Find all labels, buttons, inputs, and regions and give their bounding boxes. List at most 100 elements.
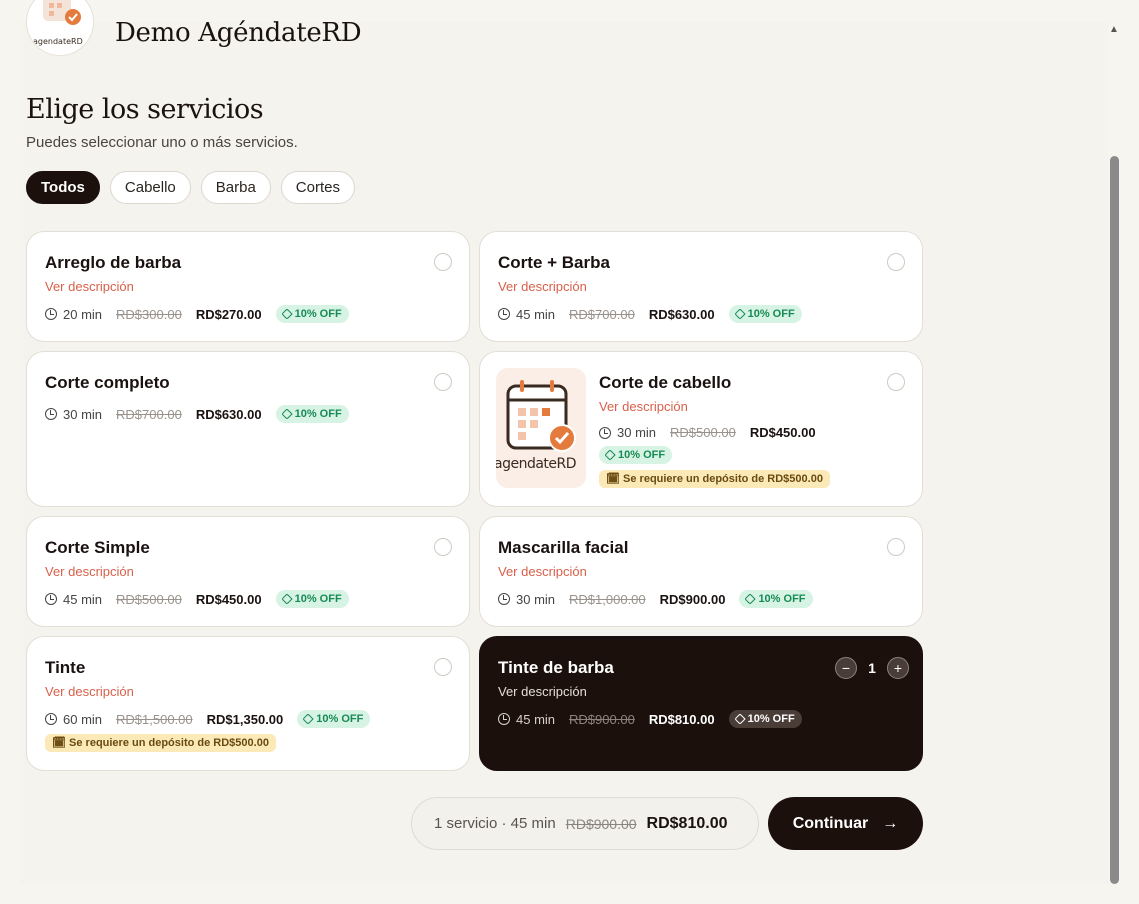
service-old-price: RD$300.00 [116,306,182,322]
tag-icon [604,449,616,461]
clock-icon [45,713,57,725]
service-old-price: RD$700.00 [569,306,635,322]
service-duration: 30 min [617,425,657,440]
deposit-label: Se requiere un depósito de RD$500.00 [623,473,823,485]
scroll-up-arrow-icon[interactable]: ▲ [1107,24,1121,38]
discount-label: 10% OFF [294,593,342,605]
clock-icon [498,593,510,605]
view-description-link[interactable]: Ver descripción [599,399,688,414]
filter-chip-cortes[interactable]: Cortes [280,171,355,204]
service-card-tinte[interactable]: Tinte Ver descripción 60 min RD$1,500.00… [26,636,470,771]
service-old-price: RD$500.00 [670,425,736,440]
view-description-link[interactable]: Ver descripción [45,564,134,579]
service-duration: 45 min [516,711,556,727]
discount-label: 10% OFF [294,408,342,420]
view-description-link[interactable]: Ver descripción [498,684,587,699]
service-price: RD$450.00 [195,591,262,607]
discount-badge: 10% OFF [275,305,349,323]
select-radio[interactable] [434,658,452,676]
tag-icon [280,593,293,605]
decrement-button[interactable]: − [835,657,857,679]
select-radio[interactable] [887,373,905,391]
deposit-badge: 🗓 Se requiere un depósito de RD$500.00 [599,470,830,488]
discount-badge: 10% OFF [599,446,673,464]
service-card-corte-de-cabello[interactable]: agendateRD Corte de cabello Ver descripc… [479,351,923,507]
service-old-price: RD$700.00 [116,406,182,422]
service-price: RD$270.00 [195,306,262,322]
service-price: RD$900.00 [659,591,726,607]
discount-badge: 10% OFF [275,590,349,608]
clock-icon [599,426,611,439]
service-thumbnail: agendateRD [496,368,586,488]
scrollbar-thumb[interactable] [1110,156,1119,884]
view-description-link[interactable]: Ver descripción [45,279,134,294]
service-price: RD$630.00 [648,306,715,322]
tag-icon [302,713,314,725]
service-old-price: RD$1,500.00 [116,711,193,727]
service-card-corte-barba[interactable]: Corte + Barba Ver descripción 45 min RD$… [479,231,923,342]
filter-chip-cabello[interactable]: Cabello [109,171,191,204]
deposit-label: Se requiere un depósito de RD$500.00 [69,737,269,749]
service-name: Tinte [45,658,86,677]
view-description-link[interactable]: Ver descripción [498,564,587,579]
tag-icon [280,408,293,420]
discount-badge: 10% OFF [297,710,371,728]
continue-label: Continuar [792,814,869,832]
service-old-price: RD$900.00 [569,711,635,727]
service-card-mascarilla-facial[interactable]: Mascarilla facial Ver descripción 30 min… [479,516,923,627]
service-price: RD$630.00 [195,406,262,422]
discount-badge: 10% OFF [275,405,349,423]
discount-label: 10% OFF [294,308,342,320]
continue-button[interactable]: Continuar → [768,797,923,850]
service-card-tinte-de-barba[interactable]: Tinte de barba Ver descripción 45 min RD… [479,636,923,771]
service-price: RD$450.00 [749,425,816,440]
service-duration: 45 min [63,591,103,607]
logo-text: agendateRD [33,37,83,46]
select-radio[interactable] [434,538,452,556]
clock-icon [45,408,57,420]
service-name: Arreglo de barba [45,253,182,272]
service-card-corte-completo[interactable]: Corte completo 30 min RD$700.00 RD$630.0… [26,351,470,507]
clock-icon [45,308,57,320]
tag-icon [733,713,746,725]
discount-label: 10% OFF [758,593,806,605]
tag-icon [744,593,757,605]
filter-chip-barba[interactable]: Barba [200,171,271,204]
clock-icon [498,308,510,320]
view-description-link[interactable]: Ver descripción [498,279,587,294]
service-name: Corte de cabello [599,373,732,392]
filter-chip-todos[interactable]: Todos [26,171,100,204]
summary-old-price: RD$900.00 [565,815,637,832]
service-name: Mascarilla facial [498,538,629,557]
service-meta: 45 min RD$900.00 RD$810.00 10% OFF [498,710,802,728]
select-radio[interactable] [887,538,905,556]
service-name: Tinte de barba [498,658,614,677]
service-card-corte-simple[interactable]: Corte Simple Ver descripción 45 min RD$5… [26,516,470,627]
page-title: Elige los servicios [26,94,264,125]
tag-icon [733,308,746,320]
select-radio[interactable] [434,253,452,271]
clock-icon [498,713,510,725]
thumbnail-text: agendateRD [496,456,577,472]
service-meta: 20 min RD$300.00 RD$270.00 10% OFF [45,305,349,323]
service-duration: 30 min [63,406,103,422]
service-meta: 30 min RD$1,000.00 RD$900.00 10% OFF [498,590,813,608]
select-radio[interactable] [434,373,452,391]
service-old-price: RD$1,000.00 [569,591,646,607]
service-name: Corte completo [45,373,170,392]
service-name: Corte Simple [45,538,150,557]
service-name: Corte + Barba [498,253,610,272]
view-description-link[interactable]: Ver descripción [45,684,134,699]
summary-price: RD$810.00 [646,814,728,832]
arrow-right-icon: → [882,814,899,832]
discount-badge: 10% OFF [728,305,802,323]
business-name: Demo AgéndateRD [115,18,362,48]
service-price: RD$1,350.00 [206,711,284,727]
service-meta: 30 min RD$700.00 RD$630.00 10% OFF [45,405,349,423]
summary-info: 1 servicio · 45 min [434,815,556,832]
tag-icon [280,308,293,320]
quantity-value: 1 [868,660,876,676]
increment-button[interactable]: + [887,657,909,679]
select-radio[interactable] [887,253,905,271]
service-card-arreglo-de-barba[interactable]: Arreglo de barba Ver descripción 20 min … [26,231,470,342]
